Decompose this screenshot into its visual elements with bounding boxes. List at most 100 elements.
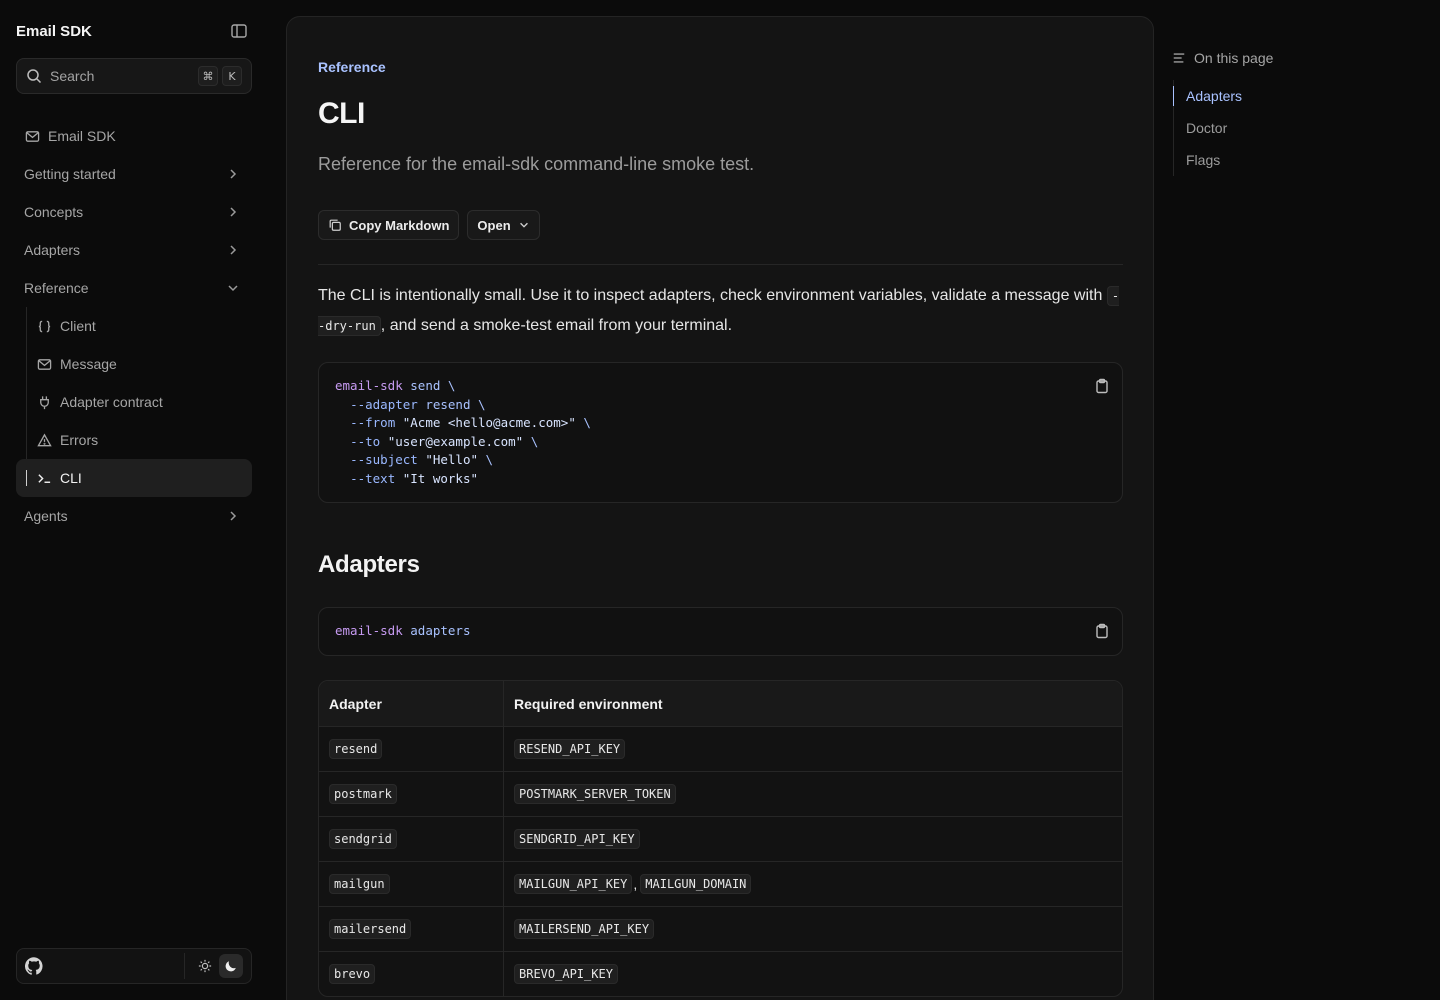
open-label: Open <box>477 217 511 233</box>
adapter-name: postmark <box>329 784 397 804</box>
table-row: postmark POSTMARK_SERVER_TOKEN <box>319 771 1122 816</box>
mail-icon <box>24 129 40 144</box>
table-header-cell: Required environment <box>514 695 663 712</box>
code-token: --from <box>350 415 396 431</box>
code-token: \ <box>447 378 456 393</box>
divider <box>318 264 1123 265</box>
sidebar-item-errors[interactable]: Errors <box>16 421 252 459</box>
code-token: "It works" <box>402 470 479 486</box>
sidebar-toggle-icon[interactable] <box>226 18 252 44</box>
table-cell: MAILERSEND_API_KEY <box>504 907 1122 951</box>
copy-icon <box>328 218 342 232</box>
sun-icon[interactable] <box>193 954 217 978</box>
sidebar-item-label: Message <box>60 356 117 372</box>
code-token: --text <box>350 470 396 486</box>
search-icon <box>26 68 42 84</box>
search-placeholder: Search <box>50 68 95 84</box>
sidebar-item-adapters[interactable]: Adapters <box>16 231 252 269</box>
table-row: brevo BREVO_API_KEY <box>319 951 1122 996</box>
adapter-name: mailgun <box>329 874 390 894</box>
sidebar-item-label: Adapter contract <box>60 394 163 410</box>
adapter-name: brevo <box>329 964 376 984</box>
clipboard-icon[interactable] <box>1094 378 1110 394</box>
toc-item-flags[interactable]: Flags <box>1172 144 1422 176</box>
table-cell: resend <box>319 727 504 771</box>
sidebar-item-label: Errors <box>60 432 99 448</box>
open-dropdown-button[interactable]: Open <box>467 210 540 240</box>
sidebar-nav: Email SDK Getting started Concepts Adapt… <box>16 117 252 535</box>
copy-markdown-button[interactable]: Copy Markdown <box>318 210 460 240</box>
sidebar-item-client[interactable]: Client <box>16 307 252 345</box>
toc-item-doctor[interactable]: Doctor <box>1172 112 1422 144</box>
adapter-name: mailersend <box>329 919 412 939</box>
code-block-send: email-sdk send \ --adapter resend \ --fr… <box>318 362 1123 503</box>
table-row: mailersend MAILERSEND_API_KEY <box>319 906 1122 951</box>
chevron-right-icon <box>226 243 240 257</box>
sidebar-item-adapter-contract[interactable]: Adapter contract <box>16 383 252 421</box>
sidebar-item-concepts[interactable]: Concepts <box>16 193 252 231</box>
code-token: \ <box>583 415 591 431</box>
code-token: \ <box>478 396 486 412</box>
sidebar-subgroup-reference: Client Message Adapter contract Errors C… <box>16 307 252 497</box>
sidebar-header: Email SDK <box>16 14 252 48</box>
section-heading-adapters: Adapters <box>318 551 420 578</box>
code-token: adapters <box>410 623 471 638</box>
chevron-right-icon <box>226 167 240 181</box>
code-token: "Acme <hello@acme.com>" <box>402 415 576 431</box>
search-input[interactable]: Search ⌘ K <box>16 58 252 94</box>
table-cell: BREVO_API_KEY <box>504 952 1122 996</box>
sidebar-item-agents[interactable]: Agents <box>16 497 252 535</box>
table-cell: POSTMARK_SERVER_TOKEN <box>504 772 1122 816</box>
sidebar-item-label: Email SDK <box>48 128 116 144</box>
code-content[interactable]: email-sdk adapters <box>319 608 1122 655</box>
table-cell: SENDGRID_API_KEY <box>504 817 1122 861</box>
code-token: \ <box>530 433 539 449</box>
code-token: --adapter <box>350 396 418 412</box>
separator: , <box>633 876 638 892</box>
env-var: RESEND_API_KEY <box>514 739 626 759</box>
app-title[interactable]: Email SDK <box>16 23 92 40</box>
sidebar-item-label: Adapters <box>24 242 81 258</box>
table-cell: brevo <box>319 952 504 996</box>
sidebar-item-cli[interactable]: CLI <box>16 459 252 497</box>
sidebar-item-label: Reference <box>24 280 89 296</box>
code-block-adapters: email-sdk adapters <box>318 607 1123 656</box>
table-row: mailgun MAILGUN_API_KEY, MAILGUN_DOMAIN <box>319 861 1122 906</box>
env-var: MAILGUN_API_KEY <box>514 874 633 894</box>
page-title: CLI <box>318 97 365 130</box>
code-token: resend <box>425 396 471 412</box>
sidebar-item-message[interactable]: Message <box>16 345 252 383</box>
sidebar-item-reference[interactable]: Reference <box>16 269 252 307</box>
code-token: --subject <box>350 452 418 468</box>
copy-markdown-label: Copy Markdown <box>349 217 450 233</box>
code-token: "user@example.com" <box>387 433 524 449</box>
mail-icon <box>36 357 52 372</box>
sidebar-item-email-sdk[interactable]: Email SDK <box>16 117 252 155</box>
table-cell: RESEND_API_KEY <box>504 727 1122 771</box>
intro-text: The CLI is intentionally small. Use it t… <box>318 287 1107 304</box>
github-icon[interactable] <box>25 957 43 975</box>
theme-toggle <box>184 953 243 979</box>
sidebar-item-label: Concepts <box>24 204 84 220</box>
main-panel: Reference CLI Reference for the email-sd… <box>286 16 1154 1000</box>
env-var: BREVO_API_KEY <box>514 964 618 984</box>
plug-icon <box>36 395 52 410</box>
table-cell: mailersend <box>319 907 504 951</box>
toc-title: On this page <box>1194 50 1274 66</box>
table-cell: sendgrid <box>319 817 504 861</box>
code-token: email-sdk <box>335 378 403 393</box>
page-subtitle: Reference for the email-sdk command-line… <box>318 154 755 174</box>
code-content[interactable]: email-sdk send \ --adapter resend \ --fr… <box>319 363 1122 503</box>
shortcut-mod-key: ⌘ <box>198 66 218 86</box>
sidebar-item-label: Agents <box>24 508 68 524</box>
moon-icon[interactable] <box>219 954 243 978</box>
adapters-table: Adapter Required environment resend RESE… <box>318 680 1123 997</box>
sidebar-item-getting-started[interactable]: Getting started <box>16 155 252 193</box>
list-icon <box>1172 51 1186 65</box>
toc-item-adapters[interactable]: Adapters <box>1172 80 1422 112</box>
chevron-down-icon <box>518 219 530 231</box>
table-header-row: Adapter Required environment <box>319 681 1122 726</box>
breadcrumb[interactable]: Reference <box>318 59 386 75</box>
clipboard-icon[interactable] <box>1094 623 1110 639</box>
toc-list: Adapters Doctor Flags <box>1172 80 1422 176</box>
